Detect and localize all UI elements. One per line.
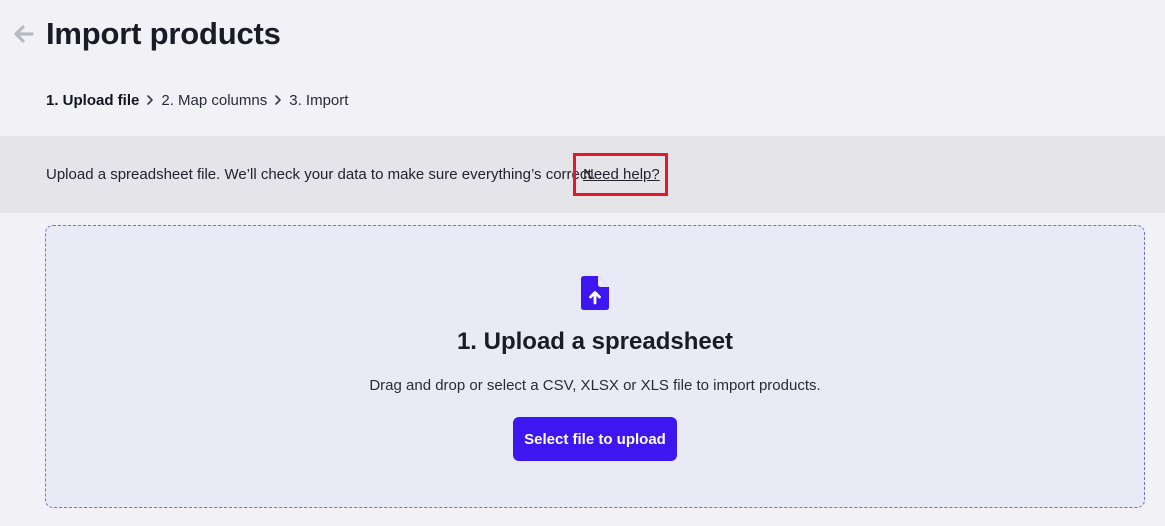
step-upload-file: 1. Upload file: [46, 91, 140, 109]
back-button[interactable]: [12, 22, 36, 46]
dropzone-title: 1. Upload a spreadsheet: [456, 328, 734, 355]
step-breadcrumb: 1. Upload file 2. Map columns 3. Import: [46, 91, 348, 109]
chevron-right-icon: [139, 91, 161, 109]
page-header: Import products: [0, 0, 1165, 72]
page-title: Import products: [46, 16, 281, 51]
select-file-button[interactable]: Select file to upload: [513, 417, 677, 461]
step-map-columns: 2. Map columns: [161, 91, 268, 109]
dropzone-description: Drag and drop or select a CSV, XLSX or X…: [369, 377, 821, 394]
arrow-left-icon: [14, 25, 34, 43]
need-help-link[interactable]: Need help?: [583, 166, 660, 183]
banner-text: Upload a spreadsheet file. We’ll check y…: [46, 166, 596, 183]
file-upload-icon: [581, 276, 609, 310]
chevron-right-icon: [267, 91, 289, 109]
import-products-page: Import products 1. Upload file 2. Map co…: [0, 0, 1165, 526]
step-import: 3. Import: [289, 91, 349, 109]
file-dropzone[interactable]: [45, 225, 1145, 508]
